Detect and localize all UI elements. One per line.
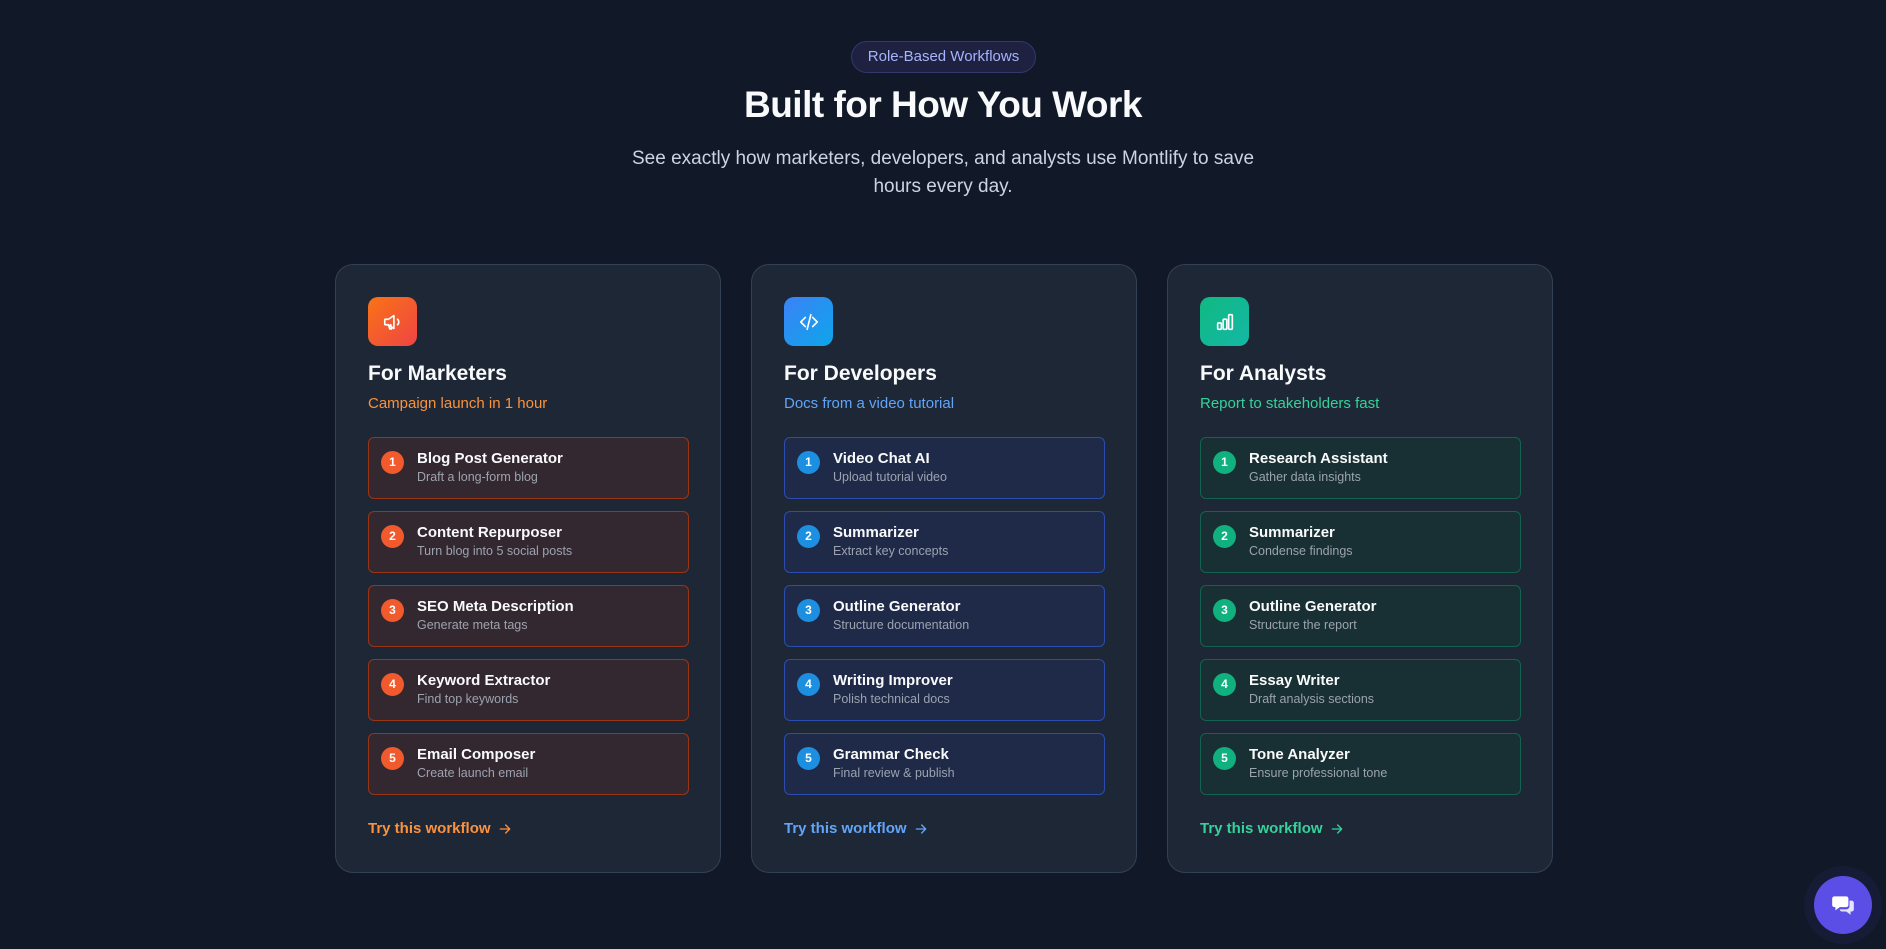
step-number: 1: [381, 451, 404, 474]
workflow-step[interactable]: 3 Outline Generator Structure documentat…: [784, 585, 1105, 647]
card-title: For Developers: [784, 362, 937, 385]
try-workflow-link-analysts[interactable]: Try this workflow: [1200, 820, 1345, 837]
step-title: Outline Generator: [1249, 598, 1377, 615]
step-title: Content Repurposer: [417, 524, 563, 541]
workflow-step[interactable]: 5 Grammar Check Final review & publish: [784, 733, 1105, 795]
card-subtitle: Docs from a video tutorial: [784, 395, 955, 412]
try-workflow-link-developers[interactable]: Try this workflow: [784, 820, 929, 837]
step-number: 2: [1213, 525, 1236, 548]
step-title: Keyword Extractor: [417, 672, 551, 689]
card-subtitle: Campaign launch in 1 hour: [368, 395, 548, 412]
step-title: Video Chat AI: [833, 450, 930, 467]
step-description: Draft a long-form blog: [417, 470, 538, 484]
step-description: Extract key concepts: [833, 544, 949, 558]
workflow-step[interactable]: 2 Summarizer Extract key concepts: [784, 511, 1105, 573]
arrow-right-icon: [1331, 823, 1342, 834]
step-title: Grammar Check: [833, 746, 949, 763]
workflow-step[interactable]: 3 SEO Meta Description Generate meta tag…: [368, 585, 689, 647]
workflow-step[interactable]: 1 Research Assistant Gather data insight…: [1200, 437, 1521, 499]
step-description: Ensure professional tone: [1249, 766, 1388, 780]
try-workflow-link-marketers[interactable]: Try this workflow: [368, 820, 513, 837]
workflow-step[interactable]: 3 Outline Generator Structure the report: [1200, 585, 1521, 647]
workflow-step[interactable]: 1 Blog Post Generator Draft a long-form …: [368, 437, 689, 499]
workflow-steps: 1 Blog Post Generator Draft a long-form …: [368, 437, 689, 807]
step-description: Condense findings: [1249, 544, 1353, 558]
step-description: Generate meta tags: [417, 618, 528, 632]
step-title: Research Assistant: [1249, 450, 1388, 467]
chat-bubbles-icon: [1832, 896, 1854, 915]
workflow-step[interactable]: 4 Writing Improver Polish technical docs: [784, 659, 1105, 721]
step-title: Tone Analyzer: [1249, 746, 1350, 763]
section-subtitle: See exactly how marketers, developers, a…: [631, 148, 1255, 197]
step-title: SEO Meta Description: [417, 598, 574, 615]
cta-label: Try this workflow: [784, 820, 907, 837]
step-description: Upload tutorial video: [833, 470, 947, 484]
workflow-steps: 1 Research Assistant Gather data insight…: [1200, 437, 1521, 807]
step-title: Summarizer: [833, 524, 919, 541]
step-number: 3: [797, 599, 820, 622]
bar-chart-icon: [1200, 297, 1249, 346]
section-badge: Role-Based Workflows: [851, 41, 1036, 73]
cta-label: Try this workflow: [1200, 820, 1323, 837]
section-title: Built for How You Work: [743, 84, 1143, 125]
card-title: For Marketers: [368, 362, 507, 385]
workflow-card-developers: For Developers Docs from a video tutoria…: [751, 264, 1137, 873]
card-title: For Analysts: [1200, 362, 1327, 385]
workflow-step[interactable]: 2 Summarizer Condense findings: [1200, 511, 1521, 573]
step-title: Summarizer: [1249, 524, 1335, 541]
step-description: Structure the report: [1249, 618, 1357, 632]
workflow-step[interactable]: 2 Content Repurposer Turn blog into 5 so…: [368, 511, 689, 573]
step-title: Email Composer: [417, 746, 536, 763]
workflow-step[interactable]: 1 Video Chat AI Upload tutorial video: [784, 437, 1105, 499]
cta-label: Try this workflow: [368, 820, 491, 837]
step-number: 2: [381, 525, 404, 548]
step-number: 4: [797, 673, 820, 696]
workflow-card-analysts: For Analysts Report to stakeholders fast…: [1167, 264, 1553, 873]
workflow-step[interactable]: 5 Tone Analyzer Ensure professional tone: [1200, 733, 1521, 795]
step-description: Draft analysis sections: [1249, 692, 1375, 706]
step-title: Essay Writer: [1249, 672, 1340, 689]
arrow-right-icon: [499, 823, 510, 834]
step-title: Writing Improver: [833, 672, 953, 689]
step-number: 4: [1213, 673, 1236, 696]
step-number: 3: [1213, 599, 1236, 622]
step-description: Final review & publish: [833, 766, 955, 780]
workflow-steps: 1 Video Chat AI Upload tutorial video 2 …: [784, 437, 1105, 807]
step-number: 5: [381, 747, 404, 770]
code-icon: [784, 297, 833, 346]
step-description: Turn blog into 5 social posts: [417, 544, 573, 558]
step-title: Blog Post Generator: [417, 450, 563, 467]
workflow-step[interactable]: 4 Keyword Extractor Find top keywords: [368, 659, 689, 721]
step-description: Polish technical docs: [833, 692, 950, 706]
step-number: 3: [381, 599, 404, 622]
step-description: Find top keywords: [417, 692, 519, 706]
megaphone-icon: [368, 297, 417, 346]
workflow-step[interactable]: 5 Email Composer Create launch email: [368, 733, 689, 795]
step-description: Gather data insights: [1249, 470, 1361, 484]
workflow-step[interactable]: 4 Essay Writer Draft analysis sections: [1200, 659, 1521, 721]
step-description: Structure documentation: [833, 618, 970, 632]
step-number: 1: [797, 451, 820, 474]
step-number: 5: [797, 747, 820, 770]
step-description: Create launch email: [417, 766, 529, 780]
workflow-card-marketers: For Marketers Campaign launch in 1 hour …: [335, 264, 721, 873]
step-number: 4: [381, 673, 404, 696]
chat-widget-button[interactable]: [1814, 876, 1872, 934]
step-title: Outline Generator: [833, 598, 961, 615]
arrow-right-icon: [915, 823, 926, 834]
step-number: 2: [797, 525, 820, 548]
step-number: 5: [1213, 747, 1236, 770]
card-subtitle: Report to stakeholders fast: [1200, 395, 1380, 412]
step-number: 1: [1213, 451, 1236, 474]
